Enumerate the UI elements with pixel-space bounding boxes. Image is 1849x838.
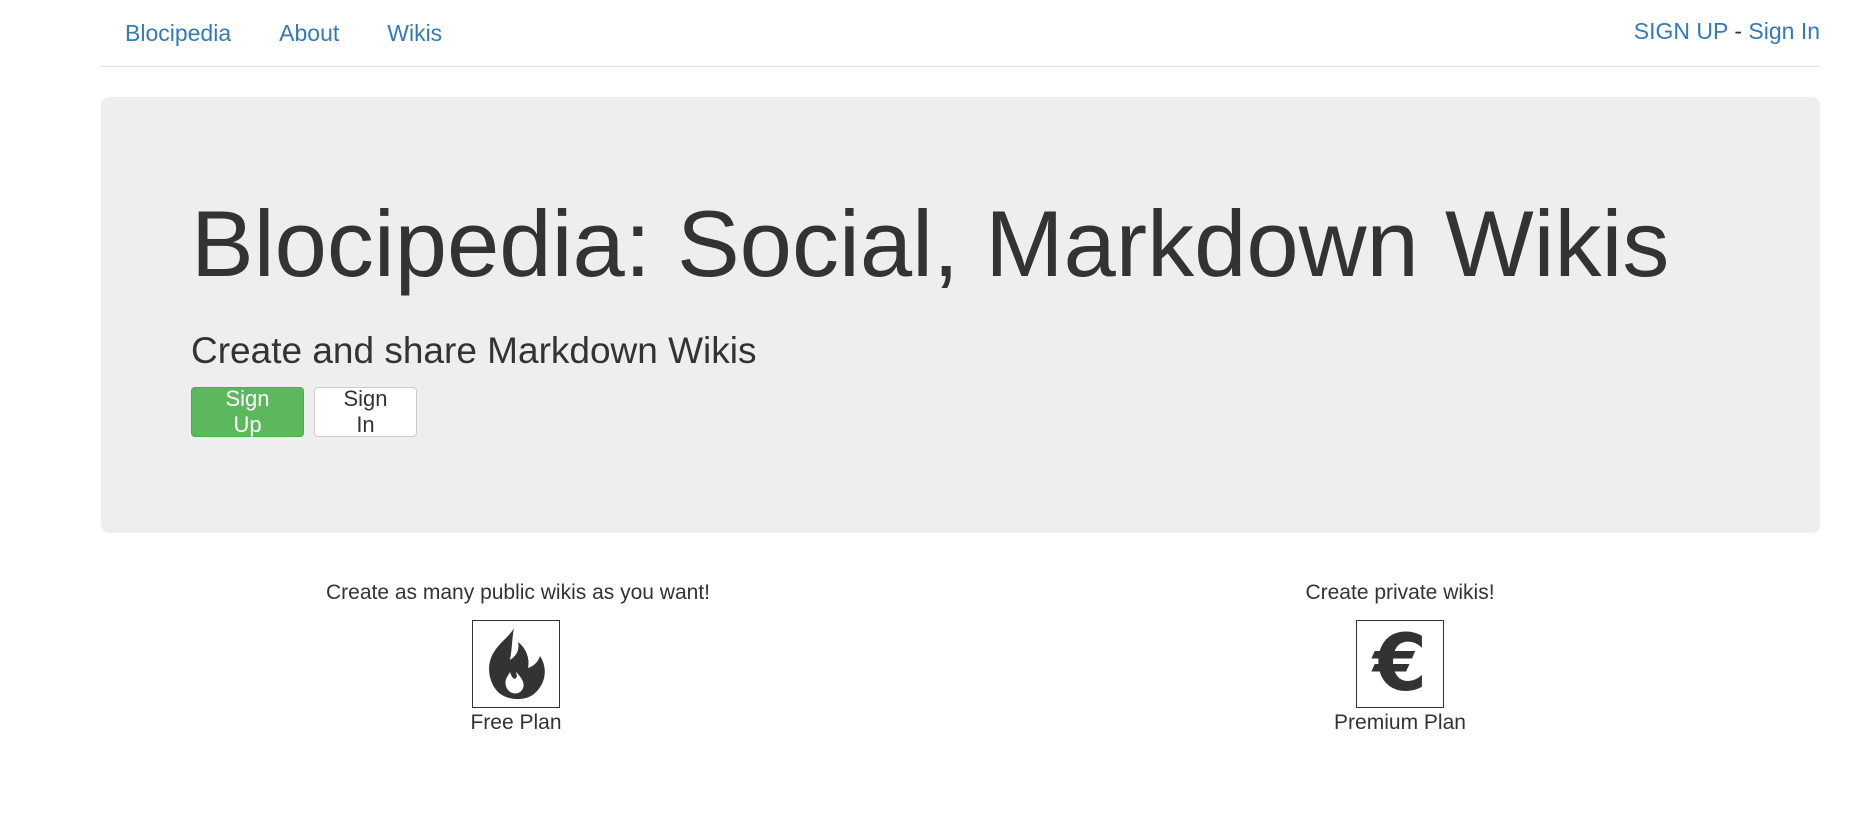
premium-plan-feature: Create private wikis! € Premium Plan	[1200, 580, 1600, 736]
navbar: Blocipedia About Wikis SIGN UP - Sign In	[101, 0, 1820, 67]
premium-plan-description: Create private wikis!	[1305, 581, 1495, 604]
nav-signin-link[interactable]: Sign In	[1748, 18, 1820, 44]
nav-link-wikis[interactable]: Wikis	[363, 0, 466, 66]
signin-button[interactable]: Sign In	[314, 386, 417, 437]
signup-button[interactable]: Sign Up	[191, 386, 304, 437]
auth-separator: -	[1727, 18, 1749, 44]
fire-icon-graphic	[489, 628, 545, 700]
nav-links: Blocipedia About Wikis	[101, 0, 466, 66]
nav-link-blocipedia[interactable]: Blocipedia	[101, 0, 255, 66]
free-plan-feature: Create as many public wikis as you want!…	[326, 580, 710, 736]
auth-links: SIGN UP - Sign In	[1634, 18, 1820, 45]
euro-icon: €	[1356, 620, 1444, 708]
hero-title: Blocipedia: Social, Markdown Wikis	[191, 191, 1670, 296]
fire-icon	[472, 620, 560, 708]
hero-buttons: Sign Up Sign In	[191, 386, 417, 437]
premium-plan-label: Premium Plan	[1334, 711, 1466, 734]
nav-link-about[interactable]: About	[255, 0, 363, 66]
jumbotron: Blocipedia: Social, Markdown Wikis Creat…	[101, 97, 1820, 533]
free-plan-label: Free Plan	[470, 711, 562, 734]
hero-subtitle: Create and share Markdown Wikis	[191, 330, 757, 371]
euro-icon-glyph: €	[1372, 619, 1428, 709]
free-plan-description: Create as many public wikis as you want!	[326, 581, 710, 604]
nav-signup-link[interactable]: SIGN UP	[1634, 18, 1728, 44]
